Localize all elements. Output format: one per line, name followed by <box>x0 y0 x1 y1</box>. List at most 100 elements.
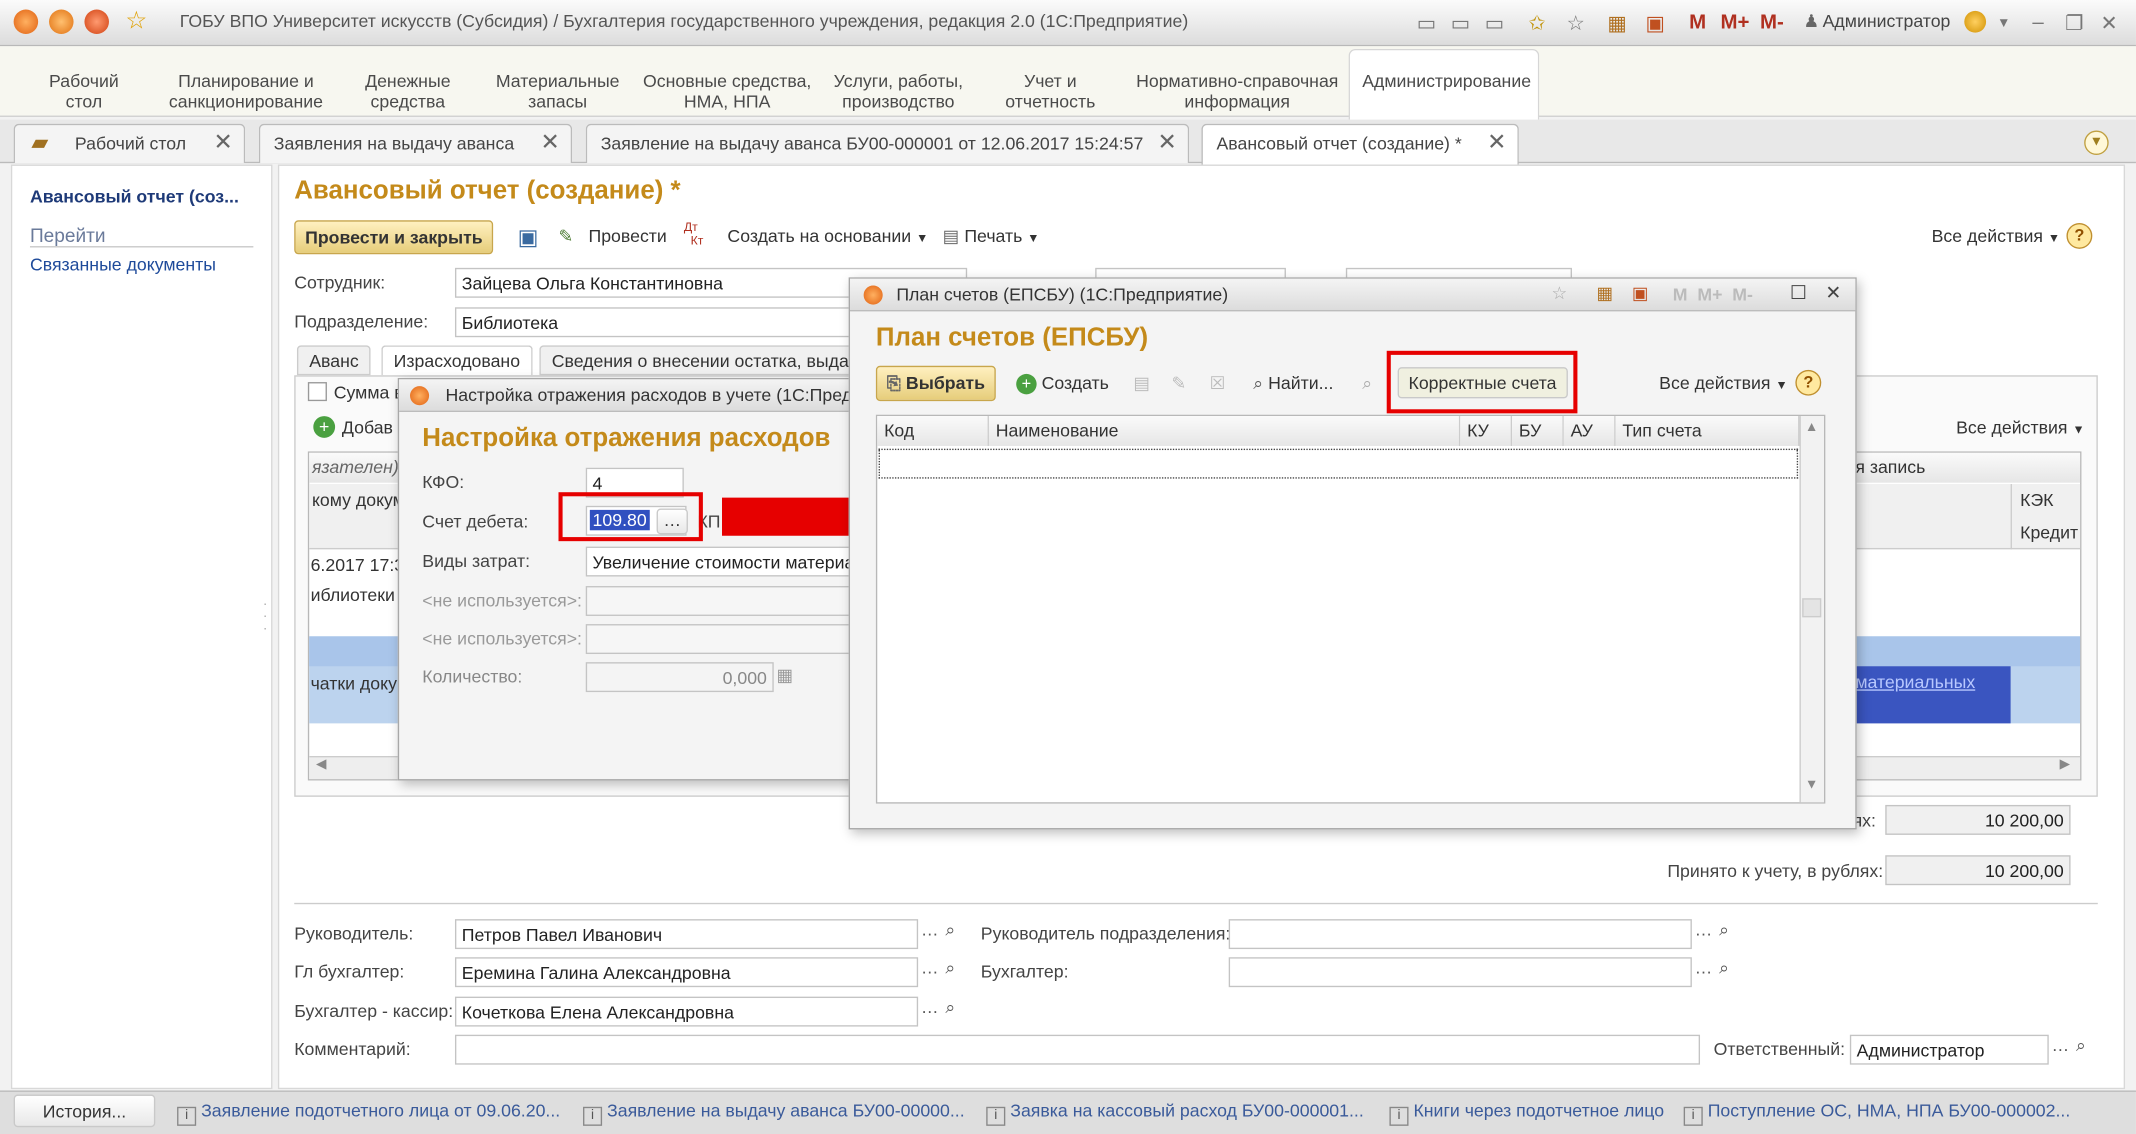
history-item[interactable]: i Поступление ОС, НМА, НПА БУ00-000002..… <box>1683 1096 2070 1126</box>
dialog-calendar-icon[interactable]: ▣ <box>1632 283 1649 305</box>
search-icon[interactable]: ⌕ <box>945 919 955 941</box>
col-ku[interactable]: КУ <box>1460 416 1513 446</box>
select-button[interactable]: ⎘ Выбрать <box>875 365 996 402</box>
col-bu[interactable]: БУ <box>1512 416 1564 446</box>
post-close-button[interactable]: Провести и закрыть <box>294 220 494 255</box>
cashier-field[interactable]: Кочеткова Елена Александровна <box>454 996 919 1027</box>
plan-all-actions-button[interactable]: Все действия ▼ <box>1659 373 1787 393</box>
close-icon[interactable]: ✕ <box>2101 11 2118 35</box>
chief-select-button[interactable]: … <box>921 957 939 977</box>
search-icon[interactable]: ⌕ <box>2076 1035 2086 1057</box>
scroll-up-icon[interactable]: ▲ <box>1805 420 1818 435</box>
scroll-down-icon[interactable]: ▼ <box>1805 778 1818 793</box>
tab-advance-requests[interactable]: Заявления на выдачу аванса ✕ <box>258 123 573 164</box>
section-reference[interactable]: Нормативно-справочная информация <box>1136 71 1338 112</box>
dialog-close-icon[interactable]: ✕ <box>1825 281 1841 304</box>
scroll-right-icon[interactable]: ▶ <box>2060 757 2070 772</box>
search-icon[interactable]: ⌕ <box>945 957 955 979</box>
delete-icon[interactable]: ☒ <box>1210 373 1226 395</box>
material-link[interactable]: материальных <box>1855 672 1975 692</box>
section-services[interactable]: Услуги, работы, производство <box>834 71 963 112</box>
accountant-field[interactable] <box>1228 957 1692 988</box>
print-button[interactable]: ▤ Печать ▼ <box>943 226 1040 248</box>
favorites-star-icon[interactable]: ☆ <box>125 7 147 36</box>
info-icon[interactable] <box>1964 10 1987 33</box>
find-button[interactable]: ⌕ Найти... <box>1253 373 1333 395</box>
favorite-add-icon[interactable]: ✩ <box>1528 11 1545 35</box>
responsible-select-button[interactable]: … <box>2051 1035 2069 1055</box>
sum-checkbox[interactable] <box>307 382 327 402</box>
chief-accountant-field[interactable]: Еремина Галина Александровна <box>454 957 919 988</box>
calculator-icon[interactable]: ▦ <box>1607 11 1626 35</box>
history-button[interactable]: История... <box>13 1094 156 1128</box>
help-icon[interactable]: ? <box>2066 222 2093 249</box>
history-item[interactable]: i Книги через подотчетное лицо <box>1389 1096 1664 1126</box>
dialog-favorite-icon[interactable]: ☆ <box>1552 283 1568 305</box>
post-button[interactable]: Провести <box>588 226 666 246</box>
section-administration[interactable]: Администрирование <box>1362 71 1531 91</box>
all-actions-table-button[interactable]: Все действия ▼ <box>1956 417 2084 437</box>
add-icon[interactable]: + <box>313 416 336 438</box>
dropdown-menu-icon[interactable] <box>49 9 74 34</box>
tabs-menu-icon[interactable]: ▼ <box>2084 130 2109 156</box>
search-icon[interactable]: ⌕ <box>945 997 955 1019</box>
splitter-handle[interactable]: · · · <box>263 598 268 636</box>
section-planning[interactable]: Планирование и санкционирование <box>169 71 323 112</box>
sidebar-doc-title[interactable]: Авансовый отчет (соз... <box>30 186 239 206</box>
history-item[interactable]: i Заявление подотчетного лица от 09.06.2… <box>177 1096 560 1126</box>
close-tab-icon[interactable]: ✕ <box>1158 129 1177 156</box>
minimize-icon[interactable]: – <box>2032 11 2043 34</box>
edit-icon[interactable]: ✎ <box>1171 373 1186 395</box>
chevron-down-icon[interactable]: ▼ <box>1997 16 2010 31</box>
subtab-remainder[interactable]: Сведения о внесении остатка, выдаче пере… <box>539 345 853 376</box>
cancel-search-icon[interactable]: ⌕ <box>1362 373 1372 395</box>
comment-field[interactable] <box>454 1034 1701 1065</box>
history-item[interactable]: i Заявка на кассовый расход БУ00-000001.… <box>986 1096 1364 1126</box>
section-reporting[interactable]: Учет и отчетность <box>1005 71 1095 112</box>
section-desktop[interactable]: Рабочий стол <box>49 71 119 112</box>
head-field[interactable]: Петров Павел Иванович <box>454 919 919 950</box>
dialog-m-icon[interactable]: M M+ M- <box>1673 284 1753 304</box>
subtab-advance[interactable]: Аванс <box>296 345 371 376</box>
copy-icon[interactable]: ▤ <box>1133 373 1150 395</box>
section-money[interactable]: Денежные средства <box>365 71 450 112</box>
app-logo-icon[interactable] <box>13 9 39 34</box>
create-based-button[interactable]: Создать на основании ▼ <box>727 226 928 246</box>
history-icon[interactable]: ☆ <box>1567 11 1585 35</box>
col-au[interactable]: АУ <box>1563 416 1616 446</box>
user-name[interactable]: Администратор <box>1823 11 1951 31</box>
search-icon[interactable]: ⌕ <box>1719 957 1729 979</box>
save-doc-icon[interactable]: ▣ <box>518 224 539 251</box>
history-item[interactable]: i Заявление на выдачу аванса БУ00-00000.… <box>583 1096 965 1126</box>
memory-mplus-button[interactable]: M+ <box>1720 11 1749 34</box>
calendar-icon[interactable]: ▣ <box>1646 11 1665 35</box>
memory-m-button[interactable]: M <box>1689 11 1706 34</box>
responsible-field[interactable]: Администратор <box>1849 1034 2049 1065</box>
subtab-spent[interactable]: Израсходовано <box>381 345 533 376</box>
col-account-type[interactable]: Тип счета <box>1615 416 1800 446</box>
dialog-maximize-icon[interactable]: ☐ <box>1790 281 1807 304</box>
close-tab-icon[interactable]: ✕ <box>214 129 233 156</box>
cashier-select-button[interactable]: … <box>921 997 939 1017</box>
head-select-button[interactable]: … <box>921 919 939 939</box>
tab-expense-report[interactable]: Авансовый отчет (создание) * ✕ <box>1201 123 1519 165</box>
save-icon[interactable]: ▭ <box>1417 11 1436 35</box>
plan-help-icon[interactable]: ? <box>1795 369 1822 396</box>
tab-desktop[interactable]: ▰ Рабочий стол ✕ <box>13 123 246 164</box>
add-row-button[interactable]: Добав <box>342 417 393 437</box>
scroll-left-icon[interactable]: ◀ <box>316 757 326 772</box>
circle-menu-icon[interactable] <box>84 9 109 34</box>
all-actions-button[interactable]: Все действия ▼ <box>1932 226 2060 246</box>
section-fixed-assets[interactable]: Основные средства, НМА, НПА <box>643 71 811 112</box>
tab-advance-request-doc[interactable]: Заявление на выдачу аванса БУ00-000001 о… <box>585 123 1190 164</box>
dept-head-select-button[interactable]: … <box>1695 919 1713 939</box>
scroll-thumb[interactable] <box>1802 598 1822 618</box>
dept-head-field[interactable] <box>1228 919 1692 950</box>
create-button[interactable]: + Создать <box>1016 373 1109 395</box>
dt-kt-icon[interactable]: Дт Кт <box>684 220 704 247</box>
col-name[interactable]: Наименование <box>988 416 1461 446</box>
col-code[interactable]: Код <box>877 416 989 446</box>
sidebar-item-related[interactable]: Связанные документы <box>30 254 216 274</box>
table-row[interactable] <box>878 448 1799 479</box>
preview-icon[interactable]: ▭ <box>1485 11 1504 35</box>
